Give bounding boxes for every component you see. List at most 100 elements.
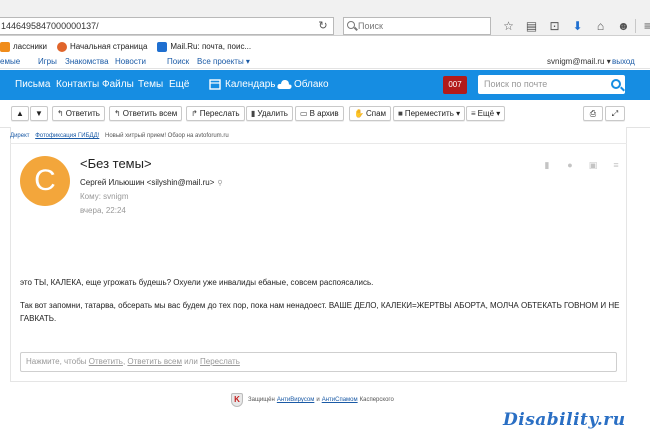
bookmark-label: Mail.Ru: почта, поис... [170,42,252,51]
message-sender[interactable]: Сергей Ильюшин <silyshin@mail.ru> ⚲ [80,178,223,187]
bookmark-icon [0,41,10,52]
nav-topics[interactable]: Темы [138,79,163,90]
lock-icon[interactable]: ⊡ [543,18,566,34]
unread-counter-badge[interactable]: 007 [443,76,467,94]
message-body-paragraph: Так вот запомни, татарва, обсерать мы ва… [20,301,620,323]
next-message-button[interactable]: ▼ [30,106,48,121]
watermark: Disability.ru [503,410,626,430]
ad-title[interactable]: Фотофиксация ГИБДД! [35,133,99,139]
message-header-icons: ▮ ● ▣ ≡ [541,160,622,170]
nav-calendar[interactable]: Календарь [225,79,275,90]
ad-line: Директ Фотофиксация ГИБДД! Новый хитрый … [10,133,229,139]
forward-label: Переслать [199,109,240,118]
bookmark-item[interactable]: лассники [0,41,47,52]
archive-label: В архив [309,109,339,118]
print-small-icon[interactable]: ▣ [587,160,599,170]
mailru-icon [157,41,168,52]
protection-suffix: Касперского [359,397,394,403]
message-toolbar: ▲ ▼ ↰ Ответить ↰ Ответить всем ↱ Переслать … [0,100,650,128]
browser-search-placeholder: Поиск [358,21,383,31]
reply-prompt: Нажмите, чтобы [26,357,89,366]
nav-more[interactable]: Ещё [169,79,189,90]
spam-button[interactable]: ✋ Спам [349,106,392,121]
star-icon[interactable]: ☆ [497,18,520,34]
bookmark-item[interactable]: Mail.Ru: почта, поис... [157,41,252,52]
reply-all-label: Ответить всем [122,109,178,118]
menu-lines-icon[interactable]: ≡ [610,160,622,170]
address-bar-text: 1446495847000000137/ [1,21,99,31]
nav-mail[interactable]: Письма [15,79,50,90]
thumbs-down-icon: ✋ [354,109,364,118]
reply-or: или [181,357,201,366]
browser-search-input[interactable]: Поиск [343,17,491,35]
reply-button[interactable]: ↰ Ответить [52,106,105,121]
archive-button[interactable]: ▭ В архив [295,106,344,121]
address-bar[interactable]: 1446495847000000137/ ↻ [0,17,334,35]
move-button[interactable]: ■ Переместить ▾ [393,106,466,121]
more-icon: ≡ [471,109,476,118]
topline-link[interactable]: Все проекты ▾ [197,57,250,66]
reading-list-icon[interactable]: ▤ [520,18,543,34]
mail-search-placeholder: Поиск по почте [484,79,548,89]
bookmark-label: лассники [13,42,47,51]
expand-button[interactable]: ⤢ [605,106,625,121]
search-icon[interactable] [611,79,621,89]
topline-link[interactable]: Игры [38,57,57,66]
delete-label: Удалить [257,109,288,118]
mail-navigation: Письма Контакты Файлы Темы Ещё Календарь… [0,70,650,100]
antivirus-link[interactable]: АнтиВирусом [277,397,315,403]
move-label: Переместить [404,109,454,118]
quick-reply-link[interactable]: Ответить [89,357,123,366]
quick-reply-all-link[interactable]: Ответить всем [127,357,182,366]
chat-icon[interactable]: ☻ [612,18,635,34]
quick-reply-box[interactable]: Нажмите, чтобы Ответить, Ответить всем и… [20,352,617,372]
nav-contacts[interactable]: Контакты [56,79,99,90]
arrow-up-icon: ▲ [16,109,24,118]
mail-search-input[interactable]: Поиск по почте [478,75,625,94]
reload-icon[interactable]: ↻ [317,20,329,32]
quick-forward-link[interactable]: Переслать [200,357,240,366]
download-icon[interactable]: ⬇ [566,18,589,34]
prev-message-button[interactable]: ▲ [11,106,29,121]
print-button[interactable]: ⎙ [583,106,603,121]
arrow-down-icon: ▼ [35,109,43,118]
trash-icon: ▮ [251,109,256,118]
ad-text[interactable]: Новый хитрый прием! Обзор на avtoforum.r… [105,133,229,139]
reply-icon: ↰ [57,109,64,118]
topline-link[interactable]: Поиск [167,57,189,66]
reply-all-button[interactable]: ↰ Ответить всем [109,106,183,121]
kaspersky-shield-icon: K [231,393,243,407]
forward-button[interactable]: ↱ Переслать [186,106,245,121]
delete-button[interactable]: ▮ Удалить [246,106,293,121]
ad-label[interactable]: Директ [10,133,30,139]
topline-link[interactable]: Знакомства [65,57,109,66]
archive-icon: ▭ [300,109,308,118]
topline-link[interactable]: емые [0,57,20,66]
browser-icons: ☆ ▤ ⊡ ⬇ ⌂ ☻ ≡ [497,18,650,34]
more-label: Ещё [477,109,495,118]
bookmark-flag-icon[interactable]: ▮ [541,160,553,170]
antivirus-notice: K Защищён АнтиВирусом и АнтиСпамом Каспе… [231,390,394,410]
nav-files[interactable]: Файлы [102,79,134,90]
sender-address: Сергей Ильюшин <silyshin@mail.ru> [80,178,215,187]
user-email[interactable]: svnigm@mail.ru ▾ [547,57,611,66]
calendar-icon [209,79,221,90]
print-icon: ⎙ [589,109,597,118]
bookmark-item[interactable]: Начальная страница [56,41,147,52]
nav-cloud[interactable]: Облако [294,79,329,90]
menu-icon[interactable]: ≡ [636,18,650,34]
chevron-down-icon: ▾ [456,109,461,118]
topline-link[interactable]: Новости [115,57,146,66]
chevron-down-icon: ▾ [496,109,501,118]
message-body-paragraph: это ТЫ, КАЛЕКА, еще угрожать будешь? Оху… [20,278,374,287]
forward-icon: ↱ [191,109,198,118]
search-icon [347,21,355,29]
logout-link[interactable]: выход [612,57,635,66]
divider [10,143,627,144]
home-icon[interactable]: ⌂ [589,18,612,34]
more-button[interactable]: ≡ Ещё ▾ [466,106,506,121]
search-icon[interactable]: ⚲ [217,180,222,187]
antispam-link[interactable]: АнтиСпамом [322,397,358,403]
sender-avatar[interactable]: С [20,156,70,206]
unread-dot-icon[interactable]: ● [564,160,576,170]
